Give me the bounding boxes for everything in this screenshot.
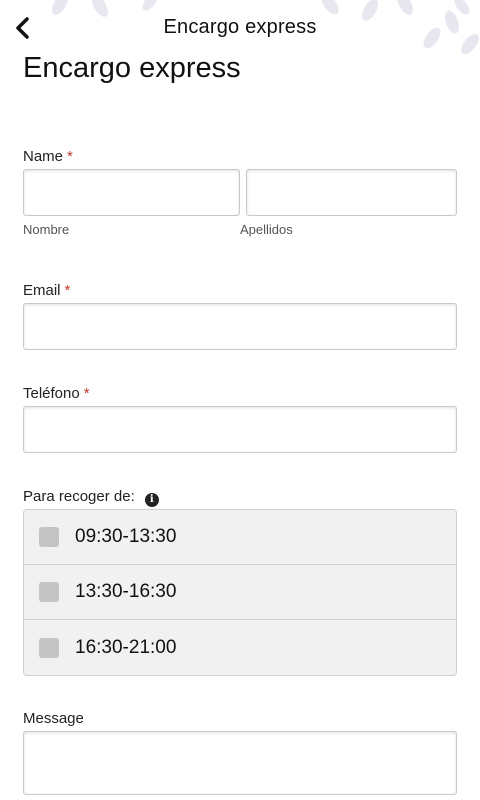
email-label-text: Email <box>23 282 61 299</box>
pickup-option-label: 16:30-21:00 <box>75 636 177 658</box>
pickup-label-text: Para recoger de: <box>23 488 135 505</box>
checkbox[interactable] <box>39 637 59 658</box>
pickup-option-3[interactable]: 16:30-21:00 <box>24 620 456 675</box>
required-mark: * <box>83 385 90 402</box>
first-name-input[interactable] <box>23 169 240 216</box>
required-mark: * <box>64 282 71 299</box>
top-bar: Encargo express <box>0 0 480 56</box>
name-label: Name * <box>23 148 73 165</box>
pickup-option-1[interactable]: 09:30-13:30 <box>24 510 456 565</box>
message-label-text: Message <box>23 710 84 727</box>
pickup-option-label: 09:30-13:30 <box>75 526 177 547</box>
phone-label: Teléfono * <box>23 385 90 402</box>
page-title: Encargo express <box>23 52 241 84</box>
message-label: Message <box>23 710 84 727</box>
last-name-sublabel: Apellidos <box>240 222 293 237</box>
topbar-title: Encargo express <box>163 16 317 38</box>
pickup-options: 09:30-13:30 13:30-16:30 16:30-21:00 <box>23 509 457 676</box>
pickup-option-2[interactable]: 13:30-16:30 <box>24 565 456 620</box>
last-name-input[interactable] <box>246 169 457 216</box>
info-icon[interactable]: i <box>144 493 159 507</box>
pickup-option-label: 13:30-16:30 <box>75 581 177 602</box>
phone-label-text: Teléfono <box>23 385 80 402</box>
required-mark: * <box>67 148 73 165</box>
email-input[interactable] <box>23 303 457 350</box>
first-name-sublabel: Nombre <box>23 222 70 237</box>
phone-input[interactable] <box>23 406 457 453</box>
message-textarea[interactable] <box>23 731 457 795</box>
email-label: Email * <box>23 282 70 299</box>
screen: Encargo express Encargo express Name * No… <box>0 0 480 800</box>
pickup-label: Para recoger de: i <box>23 488 159 507</box>
checkbox[interactable] <box>39 582 59 602</box>
checkbox[interactable] <box>39 527 59 547</box>
name-label-text: Name <box>23 148 64 165</box>
